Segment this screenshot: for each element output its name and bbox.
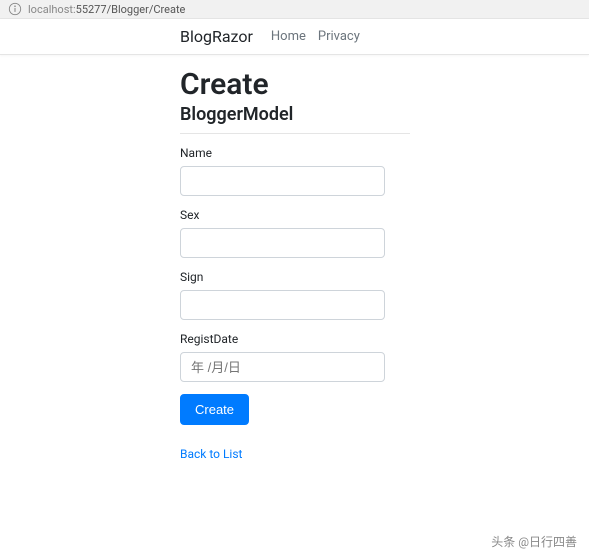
watermark: 头条 @日行四善 [491, 533, 577, 550]
create-button[interactable]: Create [180, 394, 249, 425]
sex-label: Sex [180, 208, 410, 222]
name-label: Name [180, 146, 410, 160]
info-icon [8, 2, 22, 16]
name-input[interactable] [180, 166, 385, 196]
sign-input[interactable] [180, 290, 385, 320]
address-path: /Blogger/Create [107, 3, 186, 16]
page-subtitle: BloggerModel [180, 104, 410, 125]
nav-link-privacy[interactable]: Privacy [318, 29, 360, 44]
page-title: Create [180, 67, 410, 102]
sign-label: Sign [180, 270, 410, 284]
create-form: Name Sex Sign RegistDate Create [180, 146, 410, 425]
address-bar[interactable]: localhost:55277/Blogger/Create [0, 0, 589, 19]
navbar: BlogRazor Home Privacy [0, 19, 589, 55]
main-container: Create BloggerModel Name Sex Sign Regist… [0, 55, 410, 462]
registdate-label: RegistDate [180, 332, 410, 346]
divider [180, 133, 410, 134]
registdate-input[interactable] [180, 352, 385, 382]
sex-input[interactable] [180, 228, 385, 258]
brand-link[interactable]: BlogRazor [180, 27, 253, 46]
back-to-list-link[interactable]: Back to List [180, 447, 242, 461]
address-port: 55277 [76, 3, 107, 16]
nav-link-home[interactable]: Home [271, 29, 306, 44]
address-host: localhost: [28, 3, 76, 16]
